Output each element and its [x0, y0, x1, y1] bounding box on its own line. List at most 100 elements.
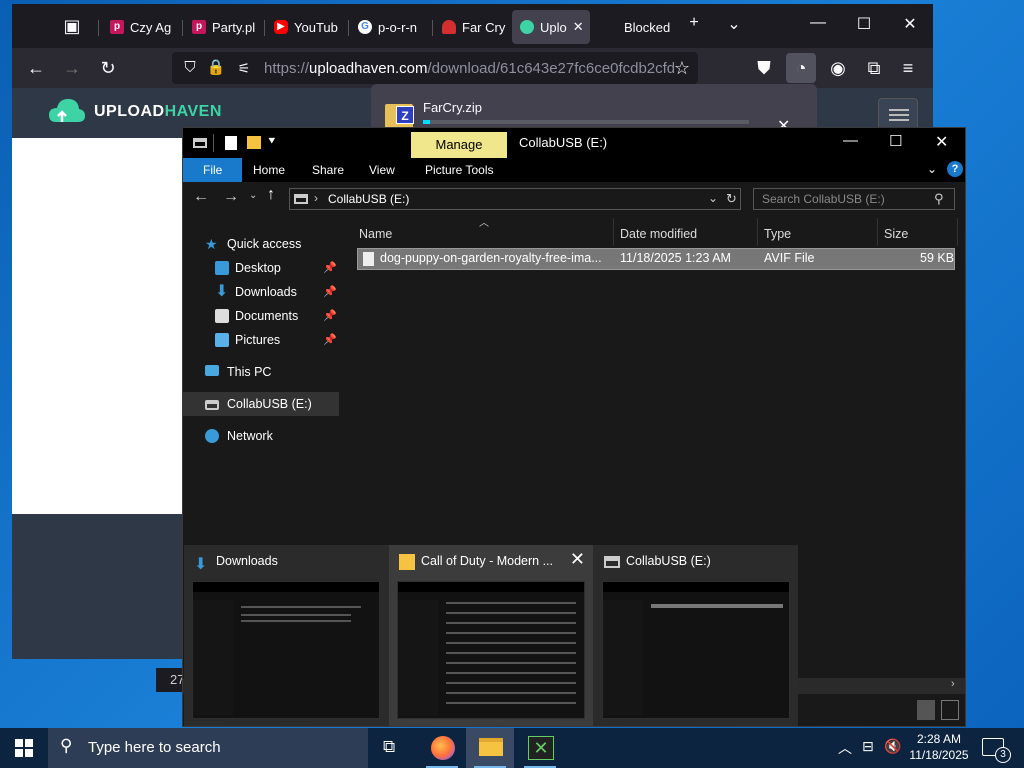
search-icon: ⚲ [934, 191, 944, 206]
tab-overview-icon[interactable]: ▣ [60, 14, 84, 38]
clock-date: 11/18/2025 [909, 748, 969, 762]
ribbon-tab-file[interactable]: File [183, 158, 243, 182]
hamburger-menu-button[interactable] [878, 98, 918, 130]
close-icon[interactable]: ✕ [898, 14, 922, 34]
file-explorer-taskbar-button[interactable] [466, 728, 514, 768]
pictures-icon [215, 333, 229, 347]
permissions-icon[interactable]: ⚟ [232, 56, 256, 80]
pin-icon[interactable]: 📌 [323, 256, 337, 280]
preview-downloads[interactable]: ⬇ Downloads [184, 545, 388, 726]
document-icon [215, 309, 229, 323]
tab-blocked[interactable]: Blocked [616, 10, 676, 44]
nav-collabusb[interactable]: CollabUSB (E:) [183, 392, 339, 416]
taskbar: ⚲ Type here to search ⧉ ✕ ︿ ⊟ 🔇 2:28 AM … [0, 728, 1024, 768]
manage-tab[interactable]: Manage [411, 132, 507, 158]
pin-icon[interactable]: 📌 [323, 328, 337, 352]
maximize-icon[interactable]: ☐ [852, 14, 876, 34]
ribbon-tab-picture-tools[interactable]: Picture Tools [411, 158, 507, 182]
properties-icon[interactable] [225, 136, 237, 150]
refresh-icon[interactable]: ↻ [726, 191, 737, 207]
tab-youtube[interactable]: ▶ YouTub [266, 10, 346, 44]
menu-icon[interactable]: ≡ [896, 56, 920, 80]
youtube-icon: ▶ [274, 20, 288, 34]
nav-documents[interactable]: Documents 📌 [183, 304, 339, 328]
nav-network[interactable]: Network [183, 424, 339, 448]
lock-icon[interactable]: 🔒 [204, 56, 228, 80]
explorer-titlebar: ⯆ Manage CollabUSB (E:) — ☐ ✕ [183, 128, 965, 158]
file-icon [363, 252, 374, 266]
account-icon[interactable]: ◉ [826, 56, 850, 80]
preview-collabusb[interactable]: CollabUSB (E:) [594, 545, 798, 726]
tab-party[interactable]: p Party.pl [184, 10, 262, 44]
expand-ribbon-icon[interactable]: ⌄ [927, 162, 937, 176]
close-preview-icon[interactable]: ✕ [570, 549, 585, 570]
file-type: AVIF File [764, 251, 815, 265]
tab-google[interactable]: G p-o-r-n [350, 10, 430, 44]
preview-thumbnail [192, 581, 380, 719]
minimize-icon[interactable]: — [806, 14, 830, 32]
chevron-down-icon[interactable]: ⌄ [708, 191, 718, 205]
up-icon[interactable]: ↑ [267, 186, 275, 204]
clock[interactable]: 2:28 AM 11/18/2025 [904, 731, 974, 763]
network-icon[interactable]: ⊟ [862, 738, 874, 755]
tab-czy[interactable]: p Czy Ag [102, 10, 180, 44]
customize-toolbar-icon[interactable]: ⯆ [267, 134, 277, 149]
tab-farcry[interactable]: Far Cry [434, 10, 514, 44]
notifications-icon[interactable]: 3 [982, 738, 1011, 763]
ribbon-tab-home[interactable]: Home [239, 158, 299, 182]
file-row[interactable]: dog-puppy-on-garden-royalty-free-ima... … [357, 248, 955, 270]
forward-icon[interactable]: → [60, 56, 84, 80]
app-taskbar-button[interactable]: ✕ [516, 728, 564, 768]
pin-icon[interactable]: 📌 [323, 304, 337, 328]
pocket-icon[interactable]: ⛊ [752, 56, 776, 80]
large-icons-view-icon[interactable] [941, 700, 959, 720]
chevron-down-icon[interactable]: ⌄ [722, 14, 746, 34]
close-tab-icon[interactable]: ✕ [573, 19, 584, 35]
start-button[interactable] [0, 728, 48, 768]
back-icon[interactable]: ← [24, 56, 48, 80]
column-header-type[interactable]: Type [764, 222, 791, 246]
maximize-icon[interactable]: ☐ [889, 132, 902, 150]
nav-label: Network [227, 429, 273, 443]
back-icon[interactable]: ← [193, 188, 209, 206]
shield-icon[interactable]: ⛉ [178, 56, 202, 80]
preview-call-of-duty[interactable]: Call of Duty - Modern ... ✕ [389, 545, 593, 726]
new-folder-icon[interactable] [247, 136, 261, 149]
nav-this-pc[interactable]: This PC [183, 360, 339, 384]
details-view-icon[interactable] [917, 700, 935, 720]
volume-muted-icon[interactable]: 🔇 [884, 738, 901, 755]
search-box[interactable]: Search CollabUSB (E:) ⚲ [753, 188, 955, 210]
pin-icon[interactable]: 📌 [323, 280, 337, 304]
url-bar[interactable]: ⛉ 🔒 ⚟ https://uploadhaven.com/download/6… [172, 52, 698, 84]
taskbar-search[interactable]: ⚲ Type here to search [48, 728, 368, 768]
forward-icon[interactable]: → [223, 188, 239, 206]
address-bar[interactable]: › CollabUSB (E:) ⌄ ↻ [289, 188, 741, 210]
help-icon[interactable]: ? [947, 161, 963, 177]
task-view-button[interactable]: ⧉ [368, 728, 416, 768]
nav-desktop[interactable]: Desktop 📌 [183, 256, 339, 280]
show-hidden-icons-icon[interactable]: ︿ [838, 738, 852, 758]
reload-icon[interactable]: ↻ [96, 56, 120, 80]
scroll-right-icon[interactable]: › [951, 678, 955, 690]
column-header-name[interactable]: Name [359, 222, 392, 246]
nav-pictures[interactable]: Pictures 📌 [183, 328, 339, 352]
ribbon-tab-share[interactable]: Share [298, 158, 358, 182]
minimize-icon[interactable]: — [843, 132, 858, 149]
p-icon: p [110, 20, 124, 34]
site-logo[interactable]: UPLOADHAVEN [48, 96, 222, 128]
window-title: CollabUSB (E:) [519, 135, 608, 150]
downloads-progress-icon[interactable]: ◔ [786, 53, 816, 83]
ribbon-tab-view[interactable]: View [355, 158, 409, 182]
tab-uploadhaven[interactable]: Uplo ✕ [512, 10, 590, 44]
firefox-taskbar-button[interactable] [418, 728, 466, 768]
bookmark-star-icon[interactable]: ☆ [670, 56, 694, 80]
close-icon[interactable]: ✕ [935, 132, 948, 152]
nav-downloads[interactable]: ⬇ Downloads 📌 [183, 280, 339, 304]
new-tab-icon[interactable]: + [682, 14, 706, 32]
nav-quick-access[interactable]: ★ Quick access [183, 232, 339, 256]
extensions-icon[interactable]: ⧉ [862, 56, 886, 80]
download-progress-fill [423, 120, 430, 124]
column-header-date[interactable]: Date modified [620, 222, 697, 246]
recent-locations-icon[interactable]: ⌄ [249, 190, 257, 201]
column-header-size[interactable]: Size [884, 222, 908, 246]
